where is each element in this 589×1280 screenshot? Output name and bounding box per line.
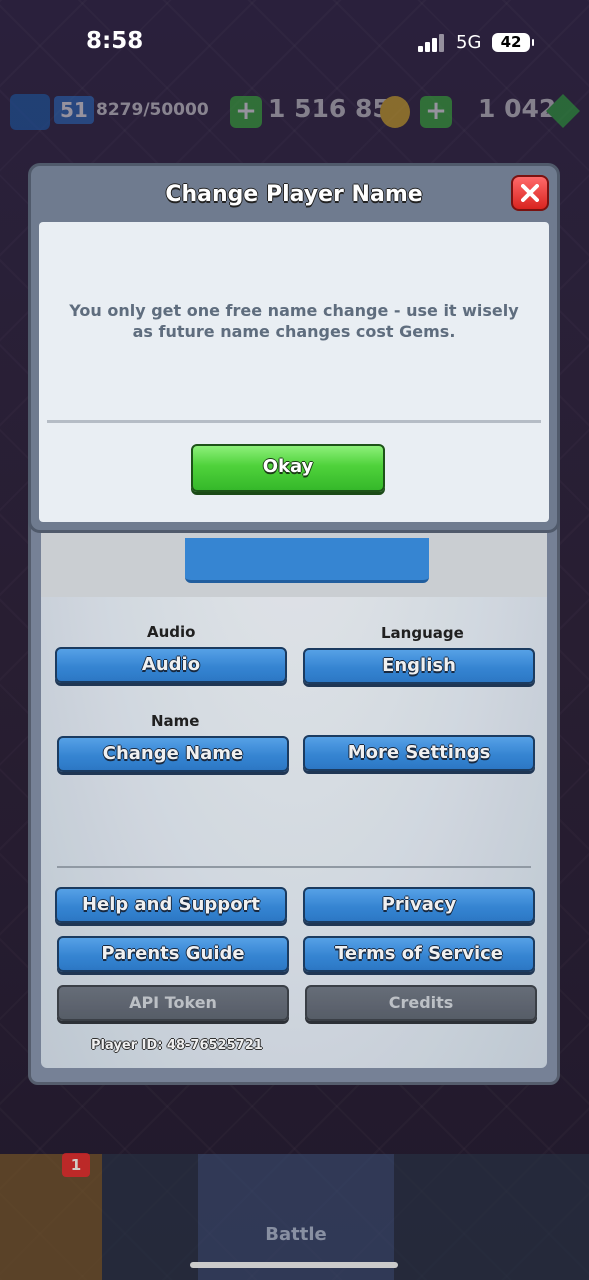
okay-button[interactable]: Okay xyxy=(191,444,385,492)
dialog-title: Change Player Name xyxy=(165,182,423,207)
close-button[interactable] xyxy=(511,175,549,211)
status-bar: 8:58 5G 42 xyxy=(0,0,589,80)
battery-icon: 42 xyxy=(492,33,534,52)
dialog-message: You only get one free name change - use … xyxy=(69,301,519,341)
change-name-dialog: Change Player Name You only get one free… xyxy=(28,163,560,533)
close-icon xyxy=(521,184,539,202)
cellular-signal-icon xyxy=(418,34,446,52)
network-type: 5G xyxy=(456,32,482,53)
status-time: 8:58 xyxy=(86,28,144,54)
dialog-divider xyxy=(47,420,541,423)
dialog-body: You only get one free name change - use … xyxy=(39,222,549,522)
